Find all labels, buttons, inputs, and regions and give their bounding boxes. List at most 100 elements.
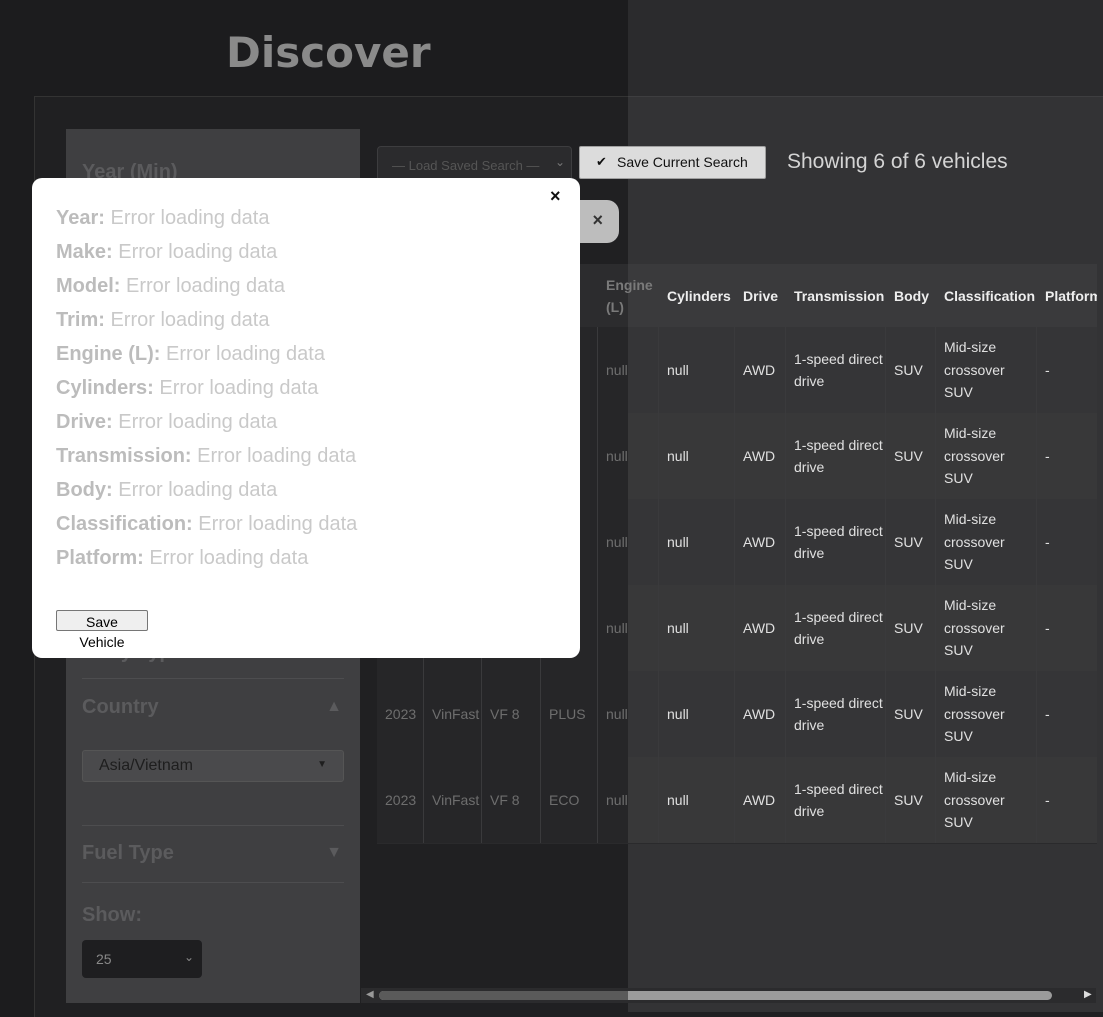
detail-field-value: Error loading data <box>143 547 309 569</box>
cell-model: VF 8 <box>490 791 520 808</box>
cell-cylinders: null <box>667 361 689 378</box>
cell-transmission: 1-speed direct drive <box>794 608 883 648</box>
cell-classification: Mid-size crossover SUV <box>944 769 1005 831</box>
detail-field-key: Classification: <box>56 513 193 535</box>
dropdown-arrow-icon: ▼ <box>317 759 327 770</box>
cell-platform: - <box>1045 791 1050 808</box>
detail-field: Cylinders: Error loading data <box>56 377 318 400</box>
detail-field-value: Error loading data <box>104 207 270 229</box>
detail-field-value: Error loading data <box>192 513 358 535</box>
cell-engine: null <box>606 447 628 464</box>
load-saved-search-select[interactable]: — Load Saved Search — ⌄ <box>377 146 572 182</box>
scroll-right-arrow-icon[interactable]: ▶ <box>1084 989 1092 1000</box>
cell-engine: null <box>606 619 628 636</box>
detail-field: Make: Error loading data <box>56 241 277 264</box>
detail-field-key: Drive: <box>56 411 113 433</box>
cell-engine: null <box>606 705 628 722</box>
cell-classification: Mid-size crossover SUV <box>944 683 1005 745</box>
column-header-engine[interactable]: Engine (L) <box>606 264 656 327</box>
cell-trim: ECO <box>549 791 580 808</box>
close-icon[interactable]: × <box>550 186 561 207</box>
detail-field-key: Cylinders: <box>56 377 154 399</box>
country-section[interactable]: Country ▲ <box>82 678 344 749</box>
expand-down-icon[interactable]: ▼ <box>326 844 342 862</box>
detail-field: Model: Error loading data <box>56 275 285 298</box>
cell-body: SUV <box>894 705 923 722</box>
detail-field-value: Error loading data <box>112 411 278 433</box>
vehicle-details-modal: × Year: Error loading data Make: Error lo… <box>32 178 580 658</box>
cell-make: VinFast <box>432 791 480 808</box>
cell-drive: AWD <box>743 705 776 722</box>
page-size-select[interactable]: 25 ⌄ <box>82 940 202 978</box>
detail-field: Platform: Error loading data <box>56 547 308 570</box>
page-title: Discover <box>226 28 431 77</box>
cell-engine: null <box>606 361 628 378</box>
chevron-down-icon: ⌄ <box>183 950 194 964</box>
scroll-left-arrow-icon[interactable]: ◀ <box>366 989 374 1000</box>
table-row[interactable]: 2023 VinFast VF 8 ECO null null AWD 1-speed dir… <box>377 757 1097 844</box>
cell-transmission: 1-speed direct drive <box>794 780 883 820</box>
cell-body: SUV <box>894 619 923 636</box>
detail-field-key: Body: <box>56 479 113 501</box>
cell-body: SUV <box>894 791 923 808</box>
detail-field: Classification: Error loading data <box>56 513 357 536</box>
cell-platform: - <box>1045 533 1050 550</box>
collapse-up-icon[interactable]: ▲ <box>326 698 342 716</box>
detail-field: Body: Error loading data <box>56 479 277 502</box>
cell-platform: - <box>1045 705 1050 722</box>
detail-field-key: Engine (L): <box>56 343 161 365</box>
country-select[interactable]: Asia/Vietnam ▼ <box>82 750 344 782</box>
detail-field-key: Year: <box>56 207 105 229</box>
cell-drive: AWD <box>743 791 776 808</box>
cell-model: VF 8 <box>490 705 520 722</box>
save-vehicle-button[interactable]: Save Vehicle <box>56 610 148 650</box>
cell-classification: Mid-size crossover SUV <box>944 339 1005 401</box>
fuel-type-section[interactable]: Fuel Type ▼ <box>82 825 344 883</box>
detail-field-key: Trim: <box>56 309 105 331</box>
cell-platform: - <box>1045 447 1050 464</box>
cell-body: SUV <box>894 361 923 378</box>
detail-field-value: Error loading data <box>104 309 270 331</box>
detail-field-value: Error loading data <box>120 275 285 297</box>
save-current-search-button[interactable]: ✔ Save Current Search <box>579 146 766 179</box>
cell-cylinders: null <box>667 791 689 808</box>
cell-engine: null <box>606 533 628 550</box>
country-label: Country <box>82 696 159 718</box>
cell-trim: PLUS <box>549 705 586 722</box>
column-header-body[interactable]: Body <box>894 264 929 327</box>
cell-body: SUV <box>894 447 923 464</box>
close-icon[interactable]: × <box>592 210 603 231</box>
detail-field-value: Error loading data <box>153 377 319 399</box>
table-row[interactable]: 2023 VinFast VF 8 PLUS null null AWD 1-speed di… <box>377 671 1097 758</box>
cell-drive: AWD <box>743 619 776 636</box>
column-header-classification[interactable]: Classification <box>944 264 1035 327</box>
country-selected-value: Asia/Vietnam <box>99 757 193 774</box>
cell-transmission: 1-speed direct drive <box>794 694 883 734</box>
column-header-cylinders[interactable]: Cylinders <box>667 264 731 327</box>
detail-field: Trim: Error loading data <box>56 309 269 332</box>
cell-year: 2023 <box>385 791 417 808</box>
cell-drive: AWD <box>743 361 776 378</box>
cell-transmission: 1-speed direct drive <box>794 522 883 562</box>
show-label: Show: <box>82 904 142 926</box>
cell-cylinders: null <box>667 619 689 636</box>
column-header-transmission[interactable]: Transmission <box>794 264 884 327</box>
fuel-type-label: Fuel Type <box>82 842 174 864</box>
detail-field: Year: Error loading data <box>56 207 269 230</box>
cell-classification: Mid-size crossover SUV <box>944 511 1005 573</box>
cell-cylinders: null <box>667 533 689 550</box>
cell-make: VinFast <box>432 705 480 722</box>
detail-field-key: Model: <box>56 275 121 297</box>
detail-field: Drive: Error loading data <box>56 411 277 434</box>
detail-field-value: Error loading data <box>191 445 357 467</box>
cell-classification: Mid-size crossover SUV <box>944 597 1005 659</box>
detail-field: Engine (L): Error loading data <box>56 343 325 366</box>
cell-cylinders: null <box>667 447 689 464</box>
saved-search-placeholder: — Load Saved Search — <box>392 158 540 173</box>
cell-platform: - <box>1045 361 1050 378</box>
column-header-drive[interactable]: Drive <box>743 264 778 327</box>
cell-drive: AWD <box>743 533 776 550</box>
save-current-search-label: Save Current Search <box>617 154 748 170</box>
column-header-platform[interactable]: Platform <box>1045 264 1097 327</box>
detail-field-key: Make: <box>56 241 113 263</box>
